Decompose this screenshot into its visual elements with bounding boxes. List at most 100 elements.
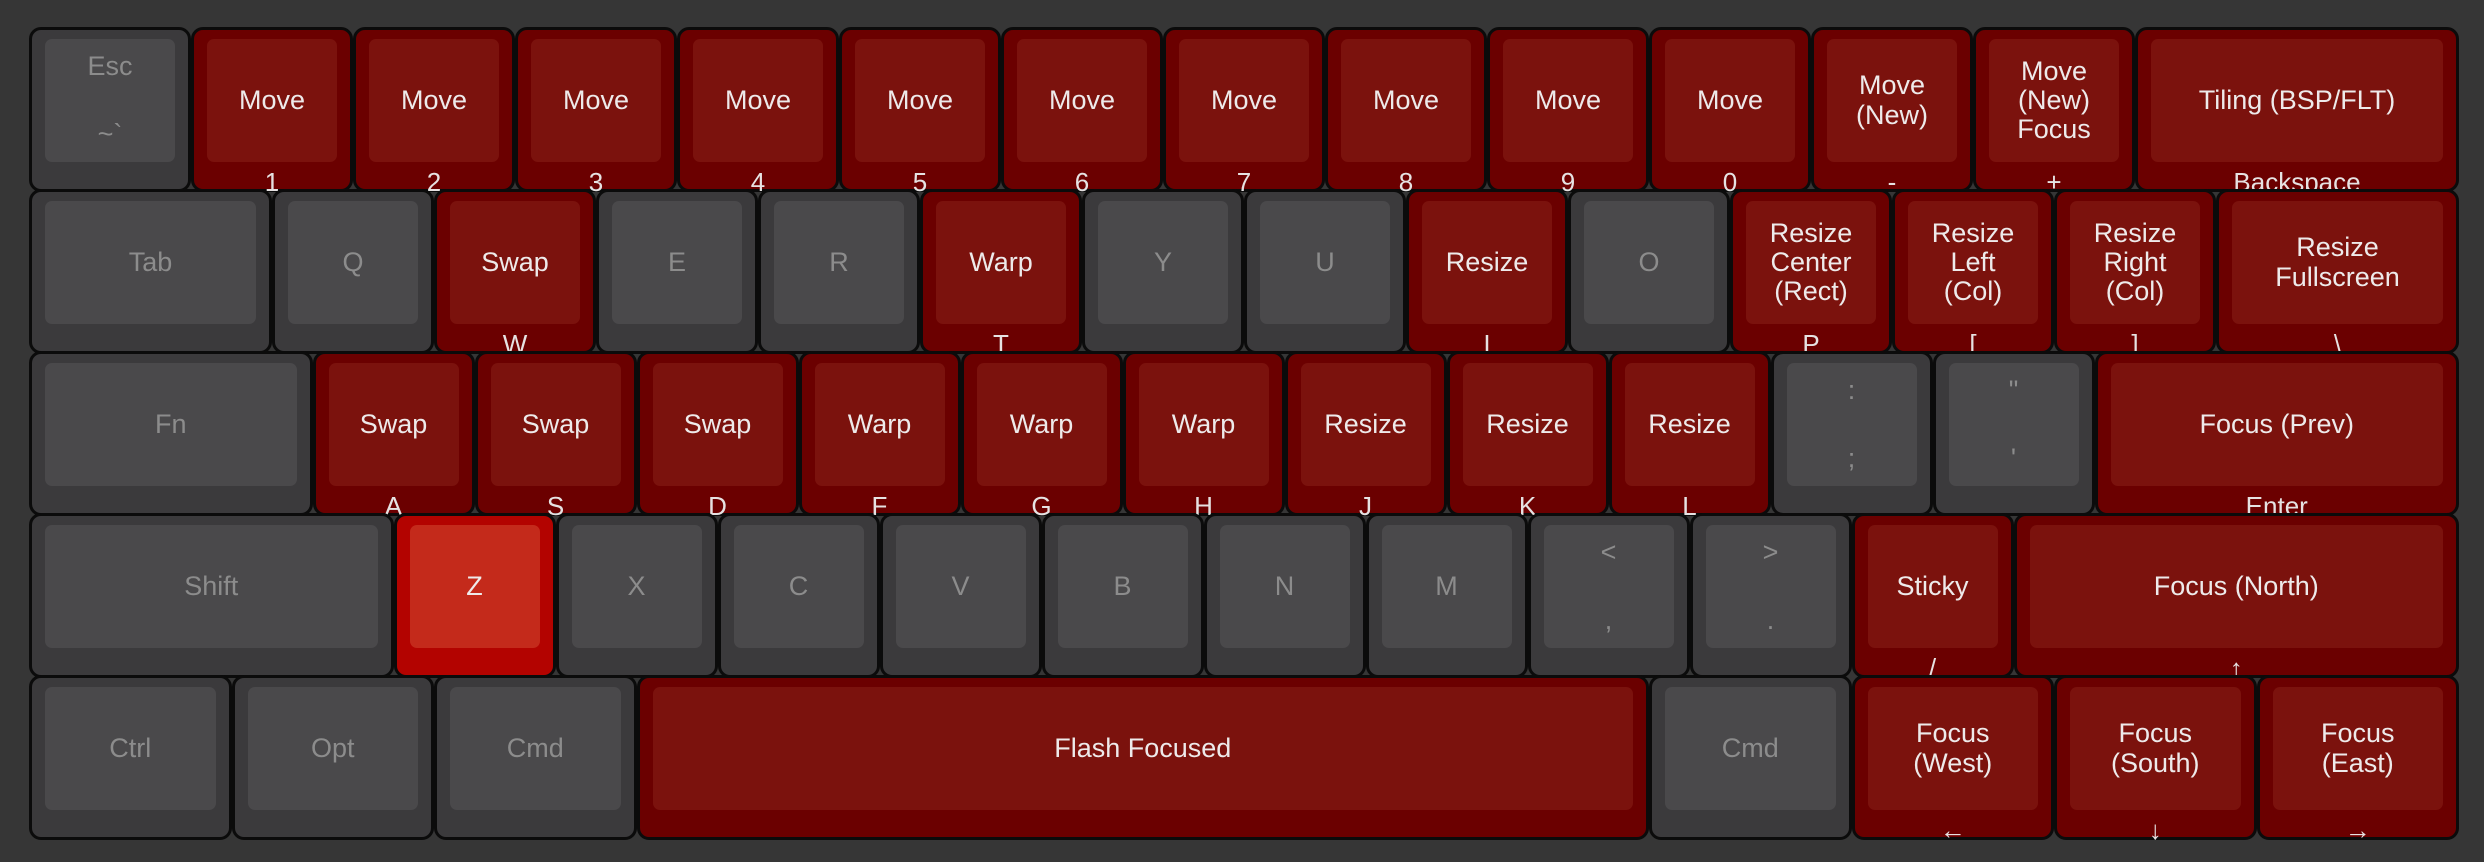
key-label: Warp: [847, 408, 912, 439]
key-label: Resize Center (Rect): [1769, 217, 1853, 307]
key-symbol[interactable]: Focus (South) ↓: [2054, 675, 2257, 843]
key-d[interactable]: Swap D: [636, 351, 799, 519]
key-label: B: [1113, 570, 1132, 601]
key-o[interactable]: O: [1568, 189, 1730, 354]
key-label: Move: [1372, 84, 1440, 115]
keycap: Y: [1098, 201, 1228, 324]
key-ctrl[interactable]: Ctrl: [29, 675, 232, 840]
key-h[interactable]: Warp H: [1122, 351, 1285, 519]
key-esc[interactable]: Esc ~`: [29, 27, 191, 192]
key-symbol[interactable]: Resize Left (Col)[: [1892, 189, 2054, 357]
key-7[interactable]: Move 7: [1163, 27, 1325, 195]
key-9[interactable]: Move 9: [1487, 27, 1649, 195]
key-symbol[interactable]: :;: [1770, 351, 1933, 516]
keycap: Resize: [1462, 363, 1593, 486]
key-q[interactable]: Q: [272, 189, 434, 354]
key-label: Move (New): [1856, 70, 1928, 130]
key-shift-legend: <: [1600, 537, 1617, 567]
key-1[interactable]: Move 1: [191, 27, 353, 195]
key-label: Move: [724, 84, 792, 115]
key-b[interactable]: B: [1041, 513, 1204, 678]
key-p[interactable]: Resize Center (Rect) P: [1730, 189, 1892, 357]
key-symbol[interactable]: Focus (North) ↑: [2013, 513, 2459, 681]
key-symbol[interactable]: Resize Right (Col)]: [2054, 189, 2216, 357]
keycap: Opt: [247, 687, 418, 810]
key-6[interactable]: Move 6: [1001, 27, 1163, 195]
keycap: Swap: [328, 363, 459, 486]
keycap: Focus (South): [2070, 687, 2241, 810]
key-shift-legend: ": [2008, 375, 2019, 405]
keycap: Move: [855, 39, 985, 162]
key-5[interactable]: Move 5: [839, 27, 1001, 195]
key-base-legend: ,: [1604, 605, 1613, 635]
keycap: Warp: [814, 363, 945, 486]
key-shift[interactable]: Shift: [29, 513, 394, 678]
keycap: V: [895, 525, 1026, 648]
key-0[interactable]: Move 0: [1649, 27, 1811, 195]
key-symbol[interactable]: " ': [1932, 351, 2095, 516]
key-t[interactable]: Warp T: [920, 189, 1082, 357]
key-label: V: [951, 570, 970, 601]
key-f[interactable]: Warp F: [798, 351, 961, 519]
key-r[interactable]: R: [758, 189, 920, 354]
keycap: Cmd: [1665, 687, 1836, 810]
key-symbol[interactable]: Resize Fullscreen \: [2216, 189, 2459, 357]
key-label: Cmd: [506, 732, 564, 763]
keycap: " ': [1948, 363, 2079, 486]
key-label: Tiling (BSP/FLT): [2198, 84, 2396, 115]
key-symbol[interactable]: Sticky /: [1851, 513, 2014, 681]
key-n[interactable]: N: [1203, 513, 1366, 678]
keycap: Shift: [45, 525, 378, 648]
key-label: Resize: [1445, 246, 1529, 277]
keycap: Move: [207, 39, 337, 162]
key-tab[interactable]: Tab: [29, 189, 272, 354]
keycap: Esc ~`: [45, 39, 175, 162]
key-e[interactable]: E: [596, 189, 758, 354]
key-a[interactable]: Swap A: [312, 351, 475, 519]
key-2[interactable]: Move 2: [353, 27, 515, 195]
key-fn[interactable]: Fn: [29, 351, 313, 516]
keycap: Swap: [450, 201, 580, 324]
keycap: Move: [1341, 39, 1471, 162]
keycap: Move: [1503, 39, 1633, 162]
key-enter[interactable]: Focus (Prev) Enter: [2094, 351, 2459, 519]
key-backspace[interactable]: Tiling (BSP/FLT) Backspace: [2135, 27, 2459, 195]
keycap: Resize Right (Col): [2070, 201, 2200, 324]
key-x[interactable]: X: [555, 513, 718, 678]
key-symbol[interactable]: Move (New) Focus +: [1973, 27, 2135, 195]
key-j[interactable]: Resize J: [1284, 351, 1447, 519]
key-symbol[interactable]: Focus (East) →: [2256, 675, 2459, 843]
key-u[interactable]: U: [1244, 189, 1406, 354]
key-l[interactable]: Resize L: [1608, 351, 1771, 519]
key-flash-focused[interactable]: Flash Focused: [636, 675, 1649, 840]
key-cmd[interactable]: Cmd: [434, 675, 637, 840]
key-symbol[interactable]: <,: [1527, 513, 1690, 678]
key-base-legend: ;: [1847, 443, 1856, 473]
key-z[interactable]: Z: [393, 513, 556, 678]
key-w[interactable]: Swap W: [434, 189, 596, 357]
keycap: Resize: [1422, 201, 1552, 324]
key-label: Focus (South): [2110, 718, 2200, 778]
key-c[interactable]: C: [717, 513, 880, 678]
key-label: U: [1315, 246, 1335, 277]
key-opt[interactable]: Opt: [231, 675, 434, 840]
key-v[interactable]: V: [879, 513, 1042, 678]
key-4[interactable]: Move 4: [677, 27, 839, 195]
key-symbol[interactable]: >.: [1689, 513, 1852, 678]
key-base-legend: .: [1766, 605, 1775, 635]
key-8[interactable]: Move 8: [1325, 27, 1487, 195]
key-s[interactable]: Swap S: [474, 351, 637, 519]
key-g[interactable]: Warp G: [960, 351, 1123, 519]
key-label: Swap: [481, 246, 549, 277]
keycap: >.: [1705, 525, 1836, 648]
key-k[interactable]: Resize K: [1446, 351, 1609, 519]
keycap: Move: [531, 39, 661, 162]
key-3[interactable]: Move 3: [515, 27, 677, 195]
key-y[interactable]: Y: [1082, 189, 1244, 354]
key-m[interactable]: M: [1365, 513, 1528, 678]
key-cmd[interactable]: Cmd: [1649, 675, 1852, 840]
key-symbol[interactable]: Move (New) -: [1811, 27, 1973, 195]
key-i[interactable]: Resize I: [1406, 189, 1568, 357]
key-symbol[interactable]: Focus (West) ←: [1851, 675, 2054, 843]
key-label: Move: [238, 84, 306, 115]
